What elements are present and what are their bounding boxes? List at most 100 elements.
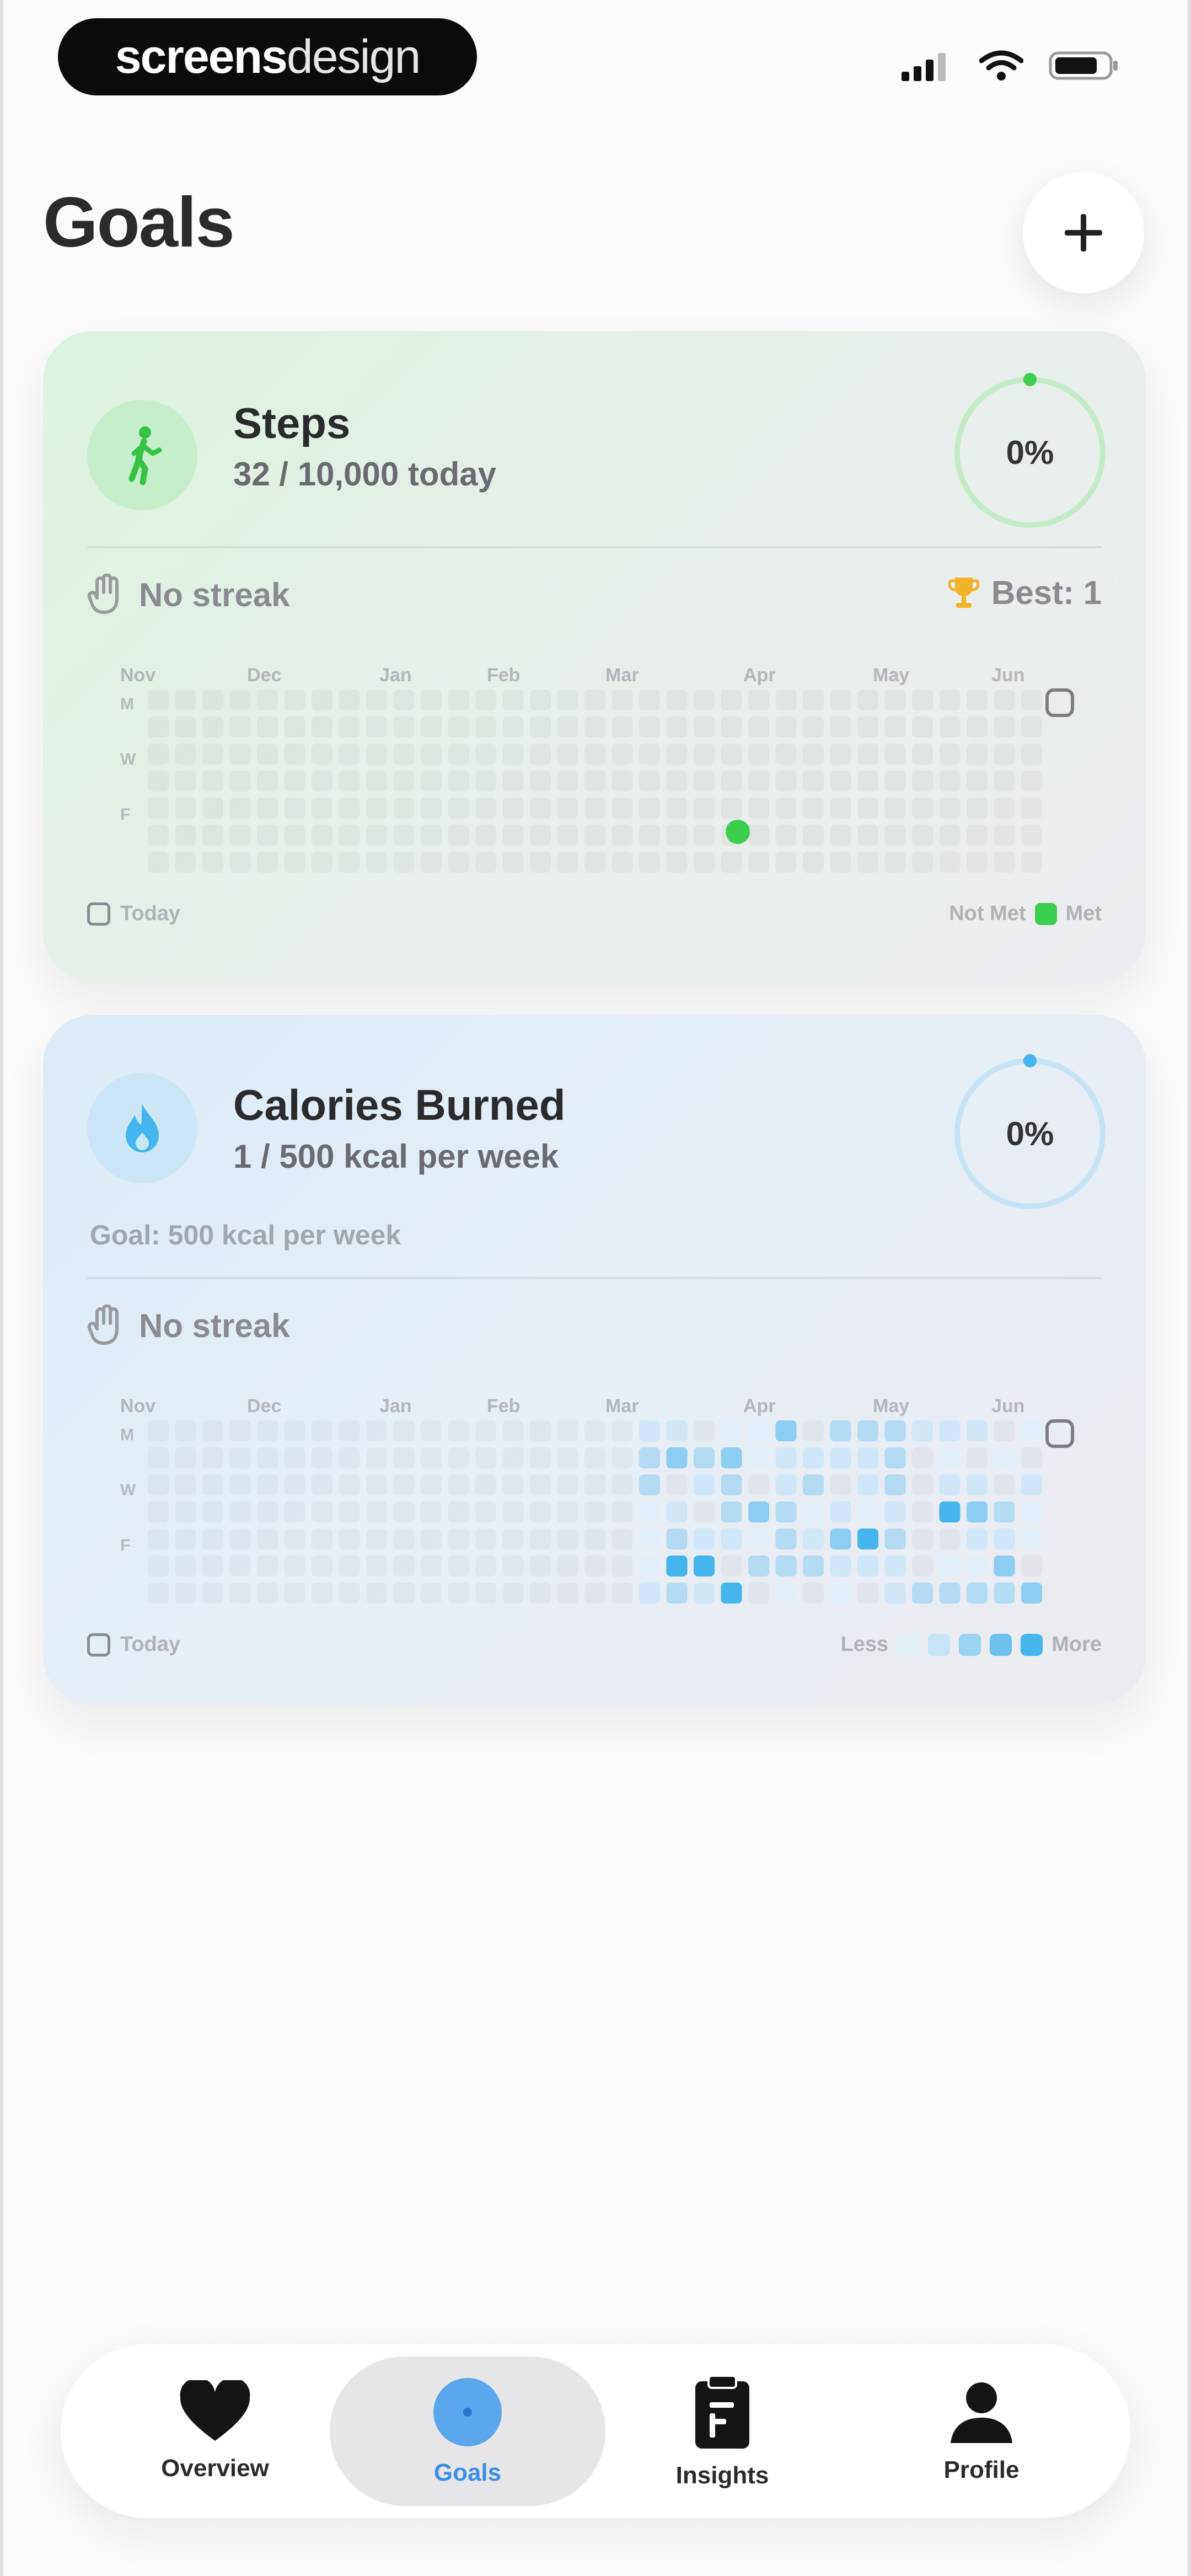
heatmap-cell <box>448 717 469 737</box>
heatmap-cell <box>994 825 1015 846</box>
heatmap-cell <box>967 798 988 819</box>
heatmap-cell <box>940 744 961 765</box>
heatmap-cell <box>312 1447 332 1468</box>
goal-card-steps[interactable]: Steps 32 / 10,000 today 0% No streak Bes… <box>43 331 1146 982</box>
heatmap-cell <box>285 1529 305 1549</box>
heatmap-cell <box>967 1529 988 1549</box>
heatmap-cell <box>584 1420 605 1441</box>
heatmap-cell <box>830 717 851 737</box>
heatmap-cell <box>584 1583 605 1604</box>
heatmap-cell <box>994 744 1015 765</box>
heatmap-cell <box>475 1529 496 1549</box>
heatmap-cell <box>639 1501 660 1522</box>
heatmap-cell <box>939 1447 961 1468</box>
heatmap-cell <box>503 1556 524 1576</box>
heatmap-cell <box>803 1529 824 1549</box>
heatmap-cell <box>175 717 196 737</box>
heatmap-cell <box>366 1583 387 1604</box>
heatmap-cell <box>803 690 824 710</box>
heatmap-cell <box>230 717 251 737</box>
heatmap-cell <box>721 1474 742 1495</box>
heatmap-cell <box>666 1529 688 1549</box>
heatmap-cell <box>366 690 387 710</box>
battery-icon <box>1049 51 1118 80</box>
heatmap-cell <box>584 690 605 710</box>
heatmap-cell <box>803 771 824 792</box>
heatmap-cell <box>202 1447 223 1468</box>
heatmap-cell <box>148 1447 169 1468</box>
heatmap-cell <box>285 717 305 737</box>
heatmap-cell <box>530 717 551 737</box>
heatmap-cell <box>775 1501 797 1522</box>
heatmap-cell <box>940 1529 961 1549</box>
heatmap-cell <box>776 825 797 846</box>
progress-percent: 0% <box>1006 434 1054 471</box>
heatmap-cell <box>830 852 851 873</box>
heatmap-cell <box>912 852 933 873</box>
heatmap-cell <box>803 1474 824 1495</box>
heatmap-cell <box>912 744 933 765</box>
heatmap-cell <box>148 1529 169 1549</box>
heatmap-cell <box>884 1447 906 1468</box>
heatmap-cell <box>312 1583 332 1604</box>
heatmap-cell <box>803 1501 824 1522</box>
heatmap-cell <box>421 1501 442 1522</box>
heatmap-cell <box>503 1474 524 1495</box>
heatmap-cell <box>857 825 878 846</box>
heatmap-cell <box>994 1447 1015 1468</box>
progress-ring: 0% <box>947 1051 1113 1216</box>
heatmap-cell <box>530 1474 551 1495</box>
heatmap-cell <box>557 744 578 765</box>
legend-level-3 <box>959 1633 981 1656</box>
heatmap-cell <box>748 1447 769 1468</box>
heatmap-months: Nov Dec Jan Feb Mar Apr May Jun <box>120 665 1080 687</box>
goal-card-calories[interactable]: Calories Burned 1 / 500 kcal per week 0%… <box>43 1015 1146 1704</box>
heatmap-cell <box>530 1556 551 1576</box>
heatmap-cell <box>612 744 633 765</box>
heatmap-cell <box>285 798 305 819</box>
heatmap-cell <box>503 771 524 792</box>
heatmap-cell <box>994 690 1015 710</box>
heatmap-cell <box>748 852 769 873</box>
heatmap-cell <box>667 825 688 846</box>
heatmap-cell <box>339 1447 360 1468</box>
tab-profile[interactable]: Profile <box>866 2344 1097 2518</box>
tab-goals[interactable]: Goals <box>330 2356 605 2506</box>
heatmap-cell <box>339 1556 360 1576</box>
heatmap-cell <box>557 1556 578 1576</box>
heatmap-cell <box>285 852 305 873</box>
heatmap-cell <box>148 717 169 737</box>
tab-overview[interactable]: Overview <box>99 2344 331 2518</box>
heatmap-cell <box>994 1420 1015 1441</box>
heatmap-cell <box>939 1420 961 1441</box>
heatmap-cell <box>530 1529 551 1549</box>
heatmap-cell <box>694 1529 715 1549</box>
heatmap-cell <box>530 771 551 792</box>
tab-insights[interactable]: Insights <box>607 2344 838 2518</box>
heatmap-cell <box>312 1501 332 1522</box>
heatmap-cell <box>421 1556 442 1576</box>
heatmap-cell <box>667 852 688 873</box>
heatmap-cell <box>339 717 360 737</box>
heatmap-cell <box>776 690 797 710</box>
heatmap-cell <box>257 798 278 819</box>
heatmap-cell <box>230 798 251 819</box>
heatmap-cell <box>612 1583 633 1604</box>
heatmap-cell <box>257 1447 278 1468</box>
heatmap-cell <box>584 717 605 737</box>
heatmap-cell <box>666 1556 688 1576</box>
heatmap-cell <box>584 1556 605 1576</box>
add-goal-button[interactable] <box>1023 172 1144 293</box>
heatmap-cell <box>230 1501 251 1522</box>
heatmap-cell <box>584 1447 605 1468</box>
heatmap-cell <box>312 1556 332 1576</box>
heatmap-cell <box>394 1447 415 1468</box>
heatmap-cell <box>394 744 415 765</box>
streak-status: No streak <box>87 574 289 616</box>
heatmap-cell <box>175 1474 196 1495</box>
heatmap-cell <box>830 690 851 710</box>
heatmap-cell <box>1021 1420 1042 1441</box>
legend-not-met-label: Not Met <box>949 902 1026 925</box>
heatmap-cell <box>639 1447 660 1468</box>
heatmap-cell <box>366 717 387 737</box>
